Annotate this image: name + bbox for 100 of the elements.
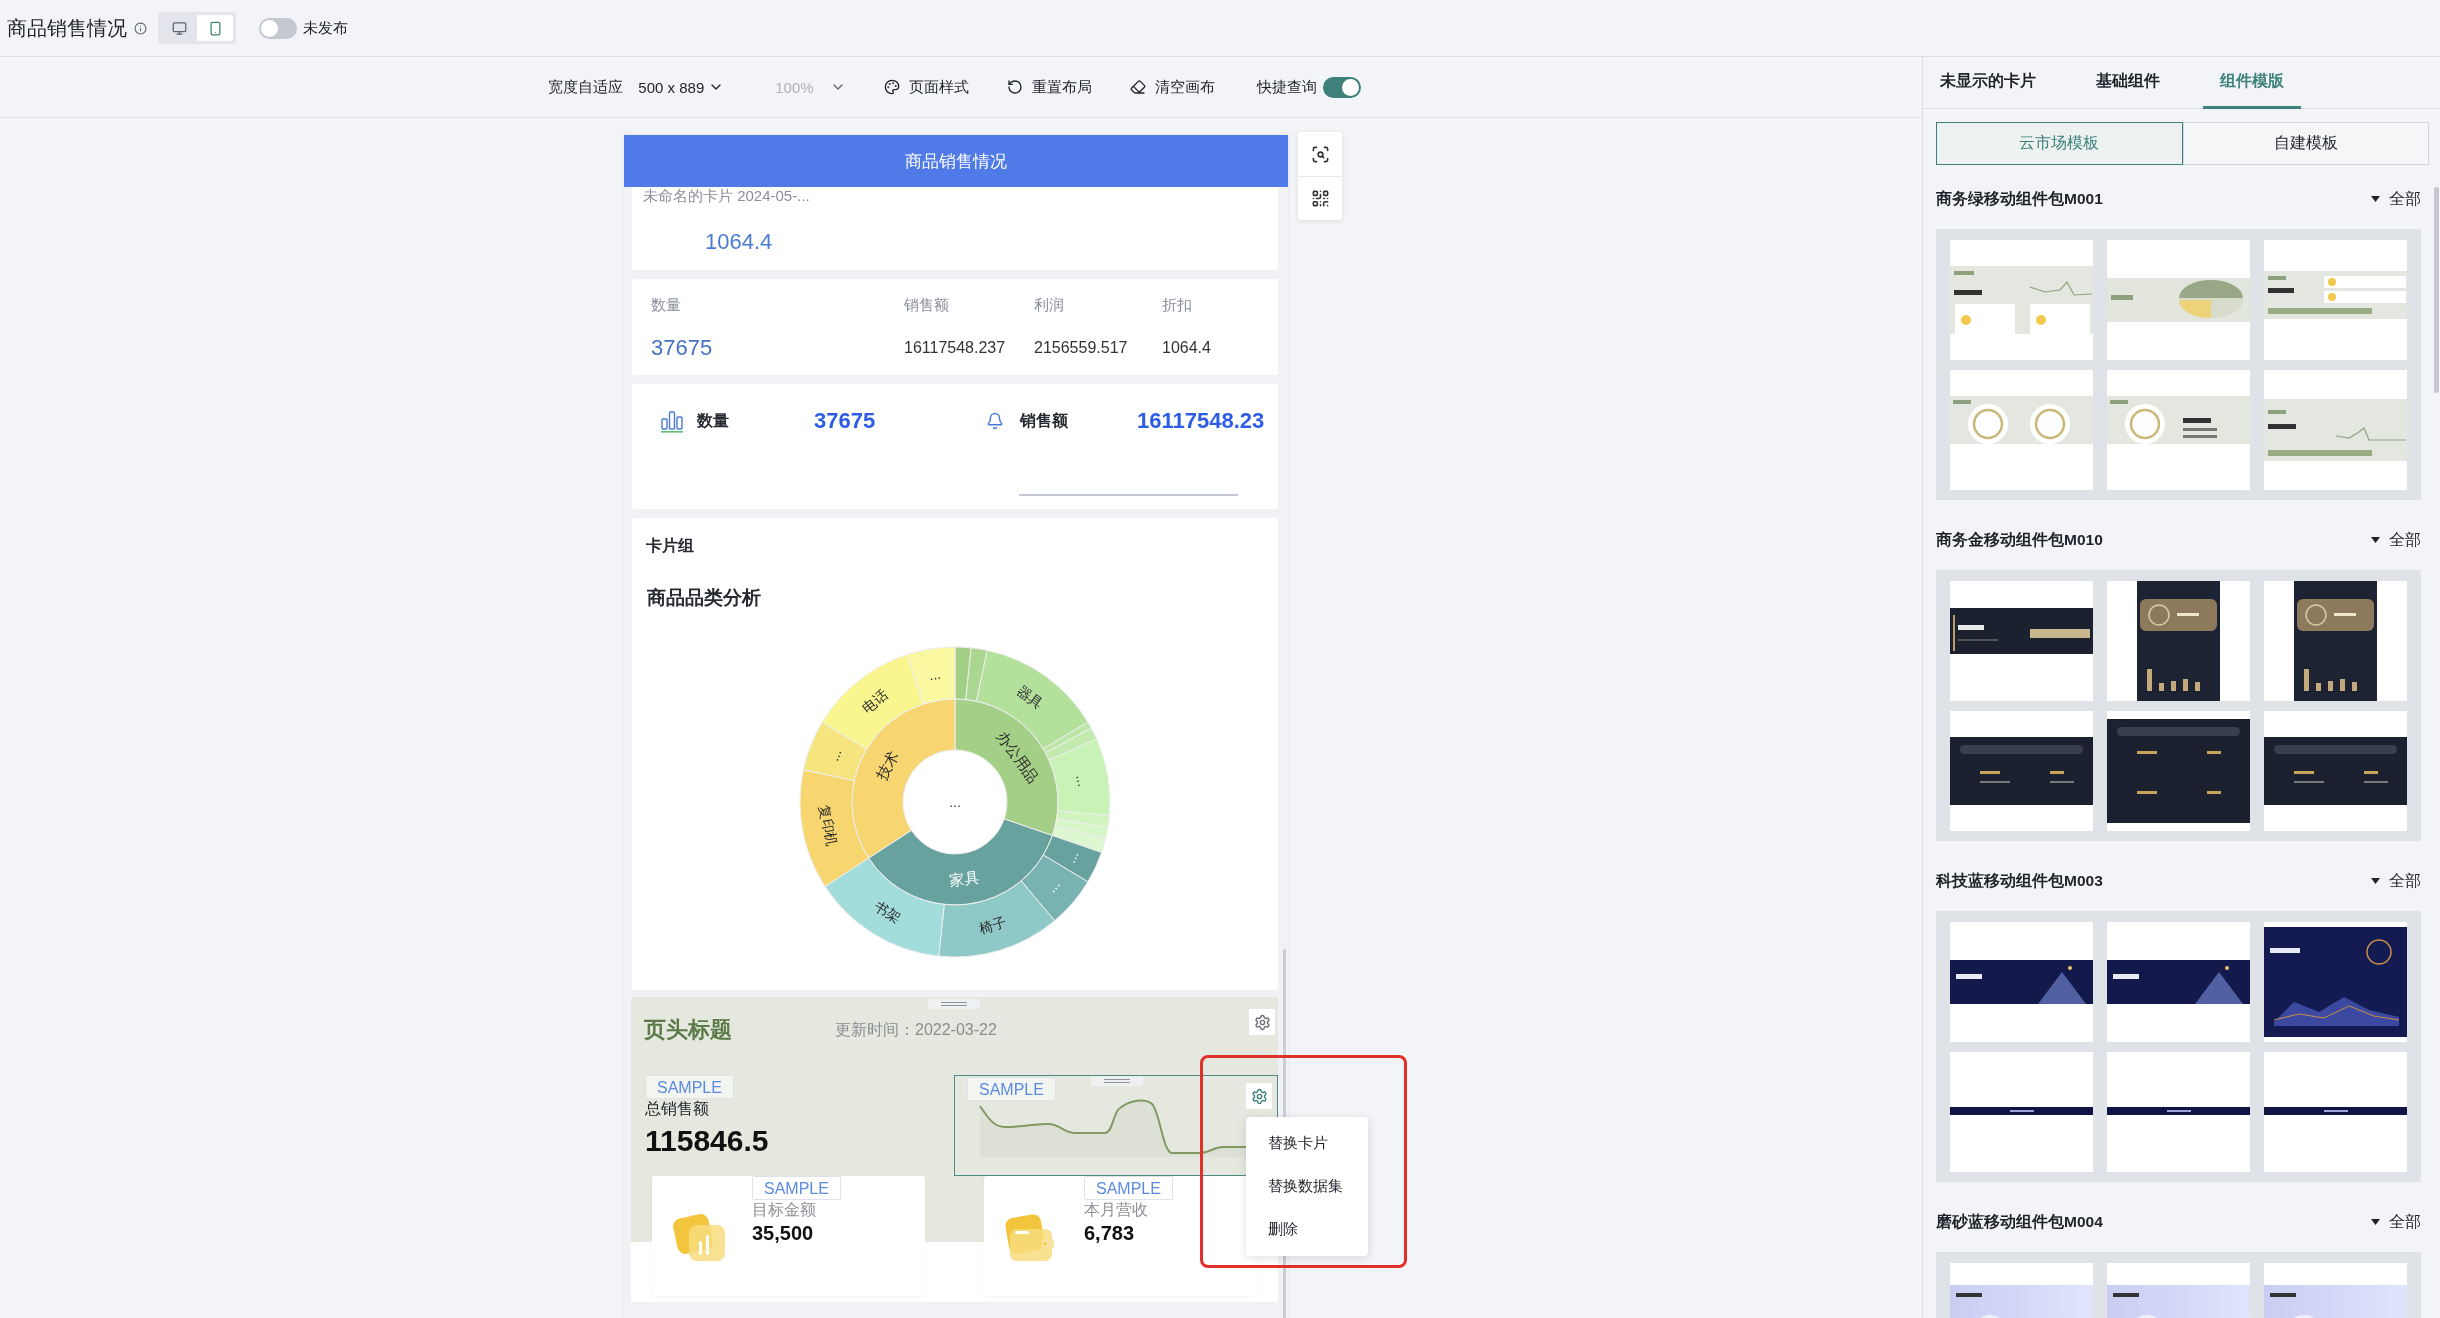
toolbar-button[interactable]: 重置布局 [1006,77,1092,97]
source-tab[interactable]: 云市场模板 [1936,122,2183,165]
menu-item[interactable]: 删除 [1246,1208,1368,1251]
settings-icon [1253,1013,1271,1031]
template-preview-drawing[interactable] [1950,1052,2093,1172]
panel-tab[interactable]: 未显示的卡片 [1923,57,2053,109]
table-cell-text: 1064.4 [1162,339,1212,357]
template-preview-drawing[interactable] [2264,711,2407,831]
quick-query-switch[interactable] [1322,76,1361,98]
tile-value: 6,783 [1084,1221,1135,1246]
kpi-label: 销售额 [1020,410,1069,431]
pack-title: 科技蓝移动组件包M003 [1936,870,2103,891]
column-header: 销售额 [904,295,950,315]
scrollbar-thumb[interactable] [2434,187,2439,393]
segment-label: 器具 [1013,682,1046,712]
template-preview-drawing[interactable] [2107,711,2250,831]
filter-dropdown[interactable]: 全部 [2371,188,2421,210]
total-label: 总销售额 [645,1099,709,1119]
panel-tab[interactable]: 基础组件 [2079,57,2177,109]
chart-title: 商品品类分析 [647,586,762,610]
size-dropdown[interactable]: 500 x 889 [638,78,725,96]
menu-item[interactable]: 替换数据集 [1246,1165,1368,1208]
tile-label: 本月营收 [1084,1200,1148,1220]
bar-chart-icon [660,409,684,433]
segment-label: ... [927,665,942,684]
pack-title: 商务金移动组件包M010 [1936,529,2103,550]
template-preview-drawing[interactable] [1950,922,2093,1042]
publish-switch[interactable] [259,17,297,39]
page-title: 商品销售情况 [7,16,127,41]
template-preview-drawing[interactable] [1950,581,2093,701]
caret-down-icon [2371,196,2380,202]
segment-label: ... [1043,876,1063,896]
segment-label: 办公用品 [993,727,1043,787]
menu-item[interactable]: 替换卡片 [1246,1122,1368,1165]
kpi-value: 37675 [814,408,876,434]
publish-status-label: 未发布 [303,18,348,38]
segment-label: 复印机 [816,803,840,848]
template-preview-drawing[interactable] [2264,1052,2407,1172]
template-title: 页头标题 [644,1016,732,1044]
sample-tag: SAMPLE [1084,1176,1173,1200]
source-tab[interactable]: 自建模板 [2182,122,2429,165]
settings-icon [1250,1087,1268,1105]
sample-tag: SAMPLE [967,1077,1056,1101]
bar-chart-tile-icon [672,1211,728,1263]
segment-label: 家具 [948,868,981,890]
filter-dropdown[interactable]: 全部 [2371,529,2421,551]
info-icon [134,21,147,35]
canvas-header: 商品销售情况 [624,135,1288,187]
table-cell-text: 16117548.237 [904,339,1007,357]
width-mode-label: 宽度自适应 [548,77,624,97]
search-icon [1310,144,1330,164]
segment-label: 椅子 [977,913,1009,938]
card-title: 未命名的卡片 2024-05-... [643,187,811,205]
update-time: 更新时间：2022-03-22 [835,1019,997,1040]
drag-handle[interactable] [1091,1076,1143,1086]
tile-value: 35,500 [752,1221,814,1246]
column-header: 数量 [651,295,682,315]
template-preview-drawing[interactable] [2107,581,2250,701]
template-preview-drawing[interactable] [2264,581,2407,701]
sample-tag: SAMPLE [752,1176,841,1200]
table-cell-text: 37675 [651,335,714,361]
caret-down-icon [2371,878,2380,884]
total-value: 115846.5 [645,1123,769,1159]
smartphone-icon [207,20,223,36]
caret-down-icon [2371,1219,2380,1225]
settings-button[interactable] [1246,1083,1272,1109]
panel-tab[interactable]: 组件模版 [2203,57,2301,109]
monitor-icon [171,20,187,36]
filter-dropdown[interactable]: 全部 [2371,1211,2421,1233]
segment-label: 电话 [858,686,891,716]
drag-handle[interactable] [928,999,980,1009]
segment-label: 书架 [871,897,904,927]
center-label: ... [949,794,961,810]
table-cell-text: 2156559.517 [1034,339,1129,357]
reset-icon [1006,79,1023,95]
template-preview-drawing[interactable] [2264,922,2407,1042]
caret-down-icon [2371,537,2380,543]
filter-dropdown[interactable]: 全部 [2371,870,2421,892]
kpi-label: 数量 [697,410,730,431]
column-header: 利润 [1034,295,1065,315]
column-header: 折扣 [1162,295,1193,315]
pack-title: 商务绿移动组件包M001 [1936,188,2103,209]
segment-label: ... [1073,773,1092,788]
qr-code-icon [1310,189,1330,208]
tile-label: 目标金额 [752,1200,816,1220]
toolbar-button[interactable]: 页面样式 [883,77,969,97]
card-value: 1064.4 [705,228,774,256]
group-title: 卡片组 [646,536,695,556]
segment-label: ... [1062,847,1082,866]
template-preview-drawing[interactable] [2107,922,2250,1042]
template-preview-drawing[interactable] [1950,711,2093,831]
pack-title: 磨砂蓝移动组件包M004 [1936,1211,2103,1232]
quick-query-label: 快捷查询 [1256,77,1317,97]
eraser-icon [1129,79,1146,95]
mobile-view-button[interactable] [197,15,233,41]
template-preview-drawing[interactable] [2107,1052,2250,1172]
settings-button[interactable] [1249,1009,1275,1035]
toolbar-button[interactable]: 清空画布 [1129,77,1215,97]
bell-icon [986,412,1004,430]
palette-icon [883,79,900,95]
